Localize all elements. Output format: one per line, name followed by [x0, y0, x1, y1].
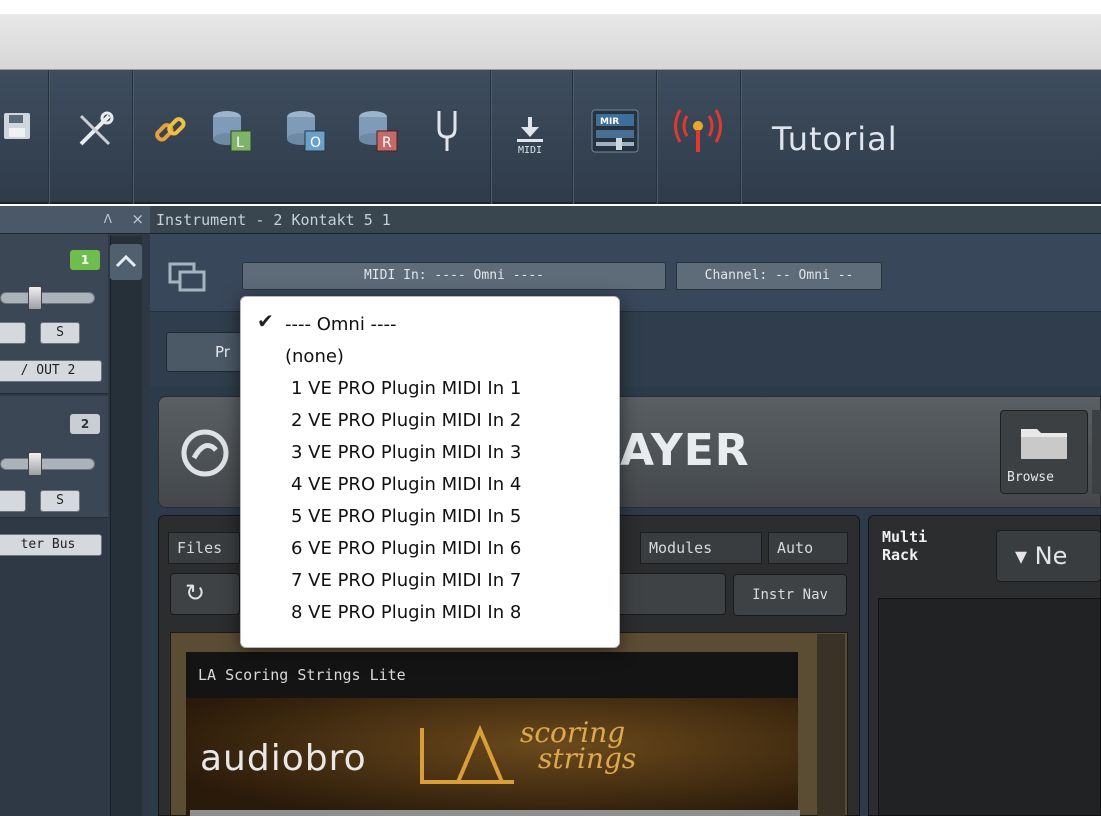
instr-nav-button[interactable]: Instr Nav [733, 574, 847, 616]
channel-strip-2: 2 S [0, 396, 108, 518]
close-icon[interactable]: × [131, 210, 144, 228]
la-logo-frame [420, 724, 514, 784]
library-controls-strip [190, 810, 800, 816]
audiobro-logo: audiobro [200, 738, 367, 779]
menu-item-midi-in-8[interactable]: 8 VE PRO Plugin MIDI In 8 [241, 597, 621, 629]
menu-item-midi-in-5[interactable]: 5 VE PRO Plugin MIDI In 5 [241, 501, 621, 533]
menu-item-midi-in-7[interactable]: 7 VE PRO Plugin MIDI In 7 [241, 565, 621, 597]
window-toggle-icon[interactable] [168, 262, 208, 294]
mixer-header: Ʌ × [0, 206, 150, 234]
multi-rack-label: Multi Rack [882, 528, 928, 564]
library-title[interactable]: LA Scoring Strings Lite [186, 652, 798, 698]
db-r-label: R [382, 135, 392, 151]
solo-button[interactable]: S [40, 322, 80, 344]
instrument-window-title: Instrument - 2 Kontakt 5 1 [150, 206, 1101, 234]
midi-icon-label: MIDI [517, 144, 543, 156]
project-title: Tutorial [772, 120, 898, 158]
menu-item-midi-in-3[interactable]: 3 VE PRO Plugin MIDI In 3 [241, 437, 621, 469]
channel-number-badge: 1 [70, 250, 100, 270]
toolbar-separator [572, 70, 574, 204]
new-multi-button[interactable]: ▾ Ne [996, 530, 1101, 582]
toolbar-separator [490, 70, 492, 204]
menu-item-omni[interactable]: ---- Omni ---- [241, 309, 621, 341]
midi-in-dropdown-menu: ✔ ---- Omni ---- (none) 1 VE PRO Plugin … [240, 296, 620, 648]
link-icon[interactable] [148, 108, 192, 152]
channel-select[interactable]: Channel: -- Omni -- [676, 262, 882, 290]
midi-in-select[interactable]: MIDI In: ---- Omni ---- [242, 262, 666, 290]
db-o-label: O [310, 135, 321, 151]
mir-icon-label: MIR [600, 117, 619, 127]
kontakt-logo-text: AYER [620, 425, 750, 476]
menu-item-midi-in-2[interactable]: 2 VE PRO Plugin MIDI In 2 [241, 405, 621, 437]
folder-icon [1021, 429, 1067, 459]
toolbar-separator [656, 70, 658, 204]
refresh-button[interactable]: ↻ [170, 573, 240, 615]
channel-number-badge: 2 [70, 414, 100, 434]
volume-fader-track[interactable] [0, 292, 95, 304]
toolbar-separator [132, 70, 134, 204]
menu-item-midi-in-6[interactable]: 6 VE PRO Plugin MIDI In 6 [241, 533, 621, 565]
volume-fader-knob[interactable] [28, 286, 42, 310]
mute-button[interactable] [0, 490, 26, 512]
channel-strip-1: 1 S / OUT 2 [0, 234, 108, 394]
toolbar-separator [48, 70, 50, 204]
mir-icon[interactable]: MIR [586, 106, 644, 156]
tuning-fork-icon[interactable] [432, 106, 462, 156]
database-r-icon[interactable]: R [352, 106, 408, 158]
db-l-label: L [236, 135, 244, 151]
solo-button[interactable]: S [40, 490, 80, 512]
tab-auto[interactable]: Auto [768, 532, 848, 564]
output-select[interactable]: / OUT 2 [0, 360, 102, 382]
header-edge [1092, 410, 1101, 494]
kontakt-logo-icon [181, 429, 229, 477]
tools-icon[interactable] [70, 106, 120, 154]
midi-icon[interactable]: MIDI [504, 100, 556, 170]
mixer-scrollbar[interactable] [110, 236, 142, 816]
scroll-up-button[interactable] [110, 244, 142, 280]
output-select[interactable]: ter Bus [0, 534, 102, 556]
mute-button[interactable] [0, 322, 26, 344]
refresh-icon: ↻ [185, 579, 206, 607]
volume-fader-track[interactable] [0, 458, 95, 470]
menu-item-none[interactable]: (none) [241, 341, 621, 373]
library-scrollbar[interactable] [817, 634, 845, 816]
toolbar-separator [740, 70, 742, 204]
menu-item-midi-in-4[interactable]: 4 VE PRO Plugin MIDI In 4 [241, 469, 621, 501]
broadcast-icon[interactable] [668, 104, 728, 158]
tab-modules[interactable]: Modules [640, 532, 762, 564]
browser-filter-bar[interactable] [610, 573, 726, 615]
database-l-icon[interactable]: L [206, 106, 262, 158]
window-titlebar [0, 0, 1101, 70]
chevron-up-icon [115, 254, 137, 268]
strings-text: strings [538, 742, 637, 775]
main-toolbar: L O R MIDI MIR [0, 70, 1101, 204]
save-icon[interactable] [0, 106, 38, 146]
database-o-icon[interactable]: O [280, 106, 336, 158]
pin-icon[interactable]: Ʌ [104, 212, 112, 226]
menu-item-midi-in-1[interactable]: 1 VE PRO Plugin MIDI In 1 [241, 373, 621, 405]
scoring-strings-logo: scoring strings [520, 719, 637, 775]
browse-label: Browse [1007, 470, 1054, 485]
volume-fader-knob[interactable] [28, 452, 42, 476]
tab-files[interactable]: Files [168, 532, 240, 564]
rack-area [878, 598, 1101, 816]
